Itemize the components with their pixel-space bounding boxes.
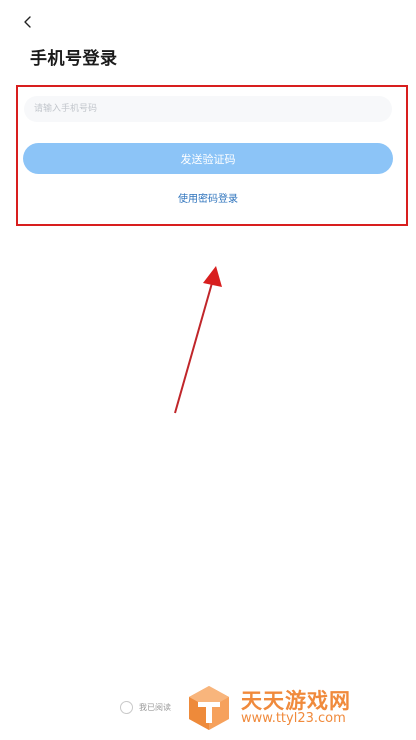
agreement-text: 我已阅读	[139, 703, 171, 712]
phone-number-input[interactable]	[24, 96, 392, 122]
chevron-left-icon	[24, 16, 31, 28]
agreement-row: 我已阅读	[120, 701, 171, 714]
password-login-link[interactable]: 使用密码登录	[0, 190, 416, 205]
page-title: 手机号登录	[30, 49, 118, 69]
watermark-url: www.ttyl23.com	[241, 711, 346, 726]
watermark: 天天游戏网 www.ttyl23.com	[185, 684, 415, 732]
send-verification-code-button[interactable]: 发送验证码	[23, 143, 393, 174]
back-button[interactable]	[18, 12, 38, 32]
agreement-radio[interactable]	[120, 701, 133, 714]
watermark-logo-icon	[189, 686, 229, 730]
